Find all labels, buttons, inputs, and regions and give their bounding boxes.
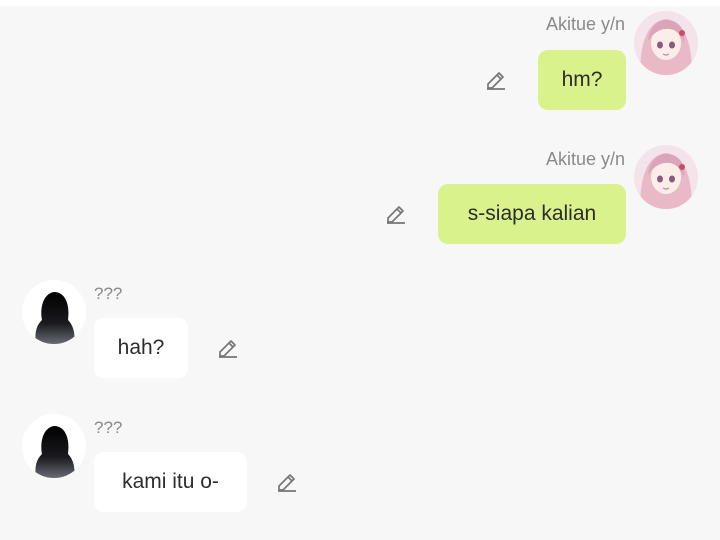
message-bubble[interactable]: kami itu o- xyxy=(94,452,247,512)
pencil-icon[interactable] xyxy=(484,68,508,92)
top-strip xyxy=(0,0,720,6)
pencil-icon[interactable] xyxy=(384,202,408,226)
pencil-icon[interactable] xyxy=(275,470,299,494)
message-bubble[interactable]: hm? xyxy=(538,50,626,110)
message-bubble[interactable]: s-siapa kalian xyxy=(438,184,626,244)
message-bubble[interactable]: hah? xyxy=(94,318,188,378)
pencil-icon[interactable] xyxy=(216,336,240,360)
silhouette-avatar-icon[interactable] xyxy=(22,414,86,478)
sender-name: ??? xyxy=(94,284,123,303)
anime-girl-avatar-icon[interactable] xyxy=(634,145,698,209)
sender-name: Akitue y/n xyxy=(545,149,625,169)
sender-name: ??? xyxy=(94,418,123,437)
silhouette-avatar-icon[interactable] xyxy=(22,280,86,344)
sender-name: Akitue y/n xyxy=(545,14,625,34)
anime-girl-avatar-icon[interactable] xyxy=(634,11,698,75)
